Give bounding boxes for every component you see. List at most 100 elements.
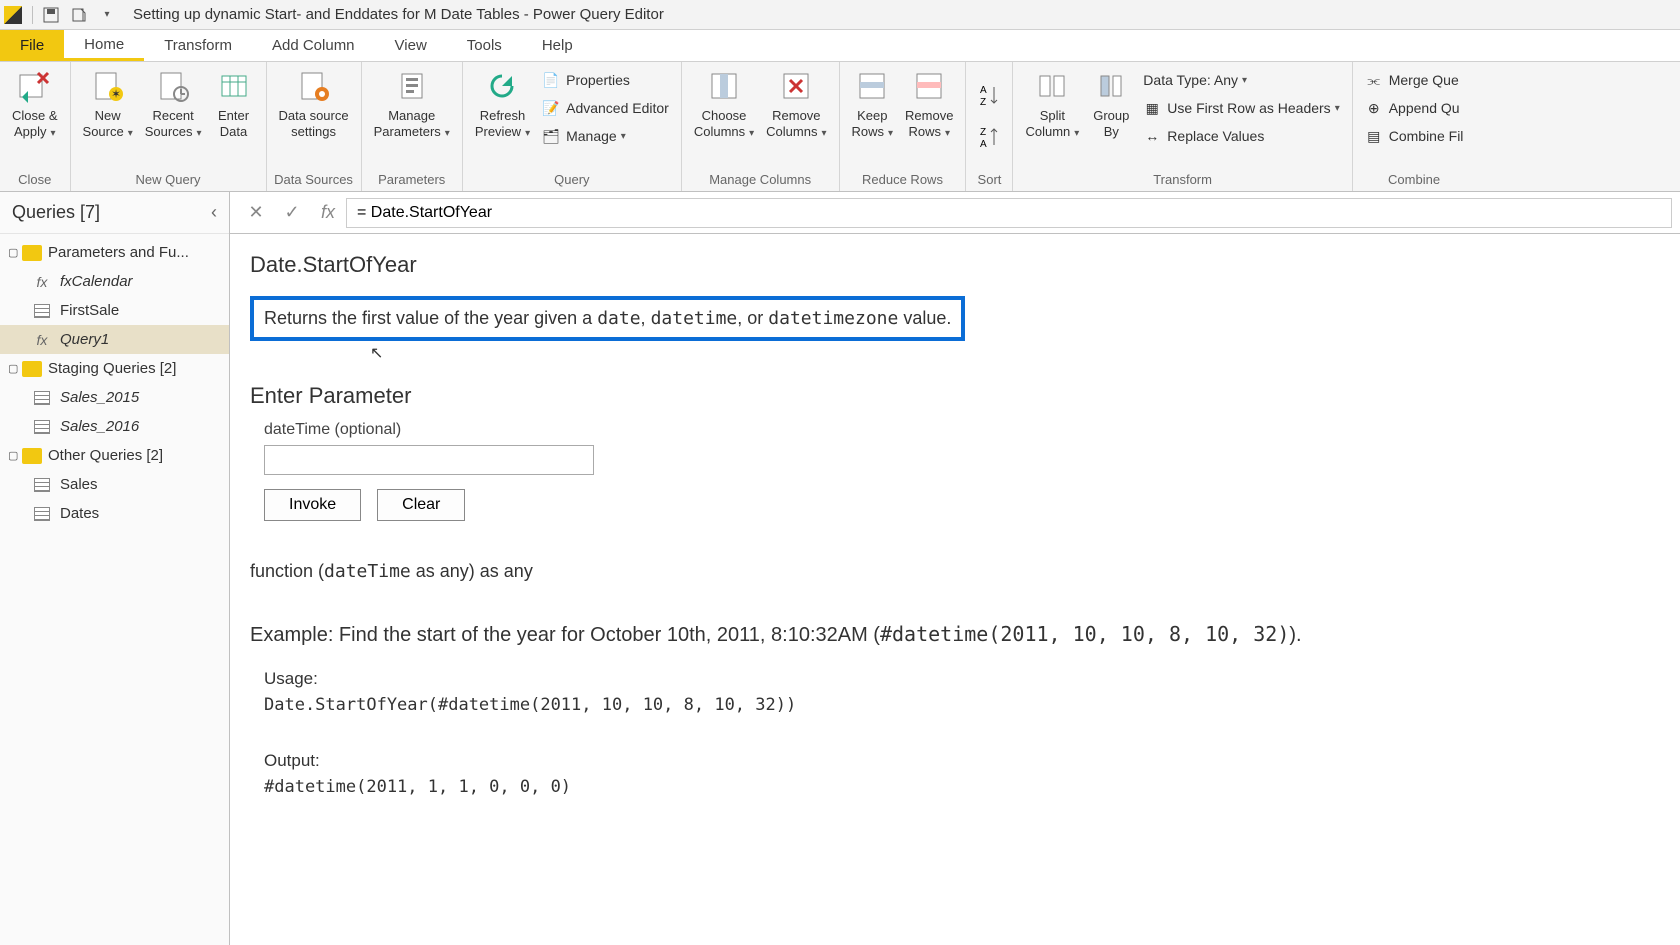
queries-title: Queries [7] [12, 202, 100, 223]
advanced-editor-button[interactable]: 📝Advanced Editor [536, 94, 675, 122]
query-dates[interactable]: Dates [0, 499, 229, 528]
svg-text:Z: Z [980, 97, 986, 108]
merge-queries-button[interactable]: ⫘Merge Que [1359, 66, 1470, 94]
manage-button[interactable]: 🗂Manage [536, 122, 675, 150]
sort-asc-icon: AZ [978, 83, 1000, 109]
usage-block: Usage: Date.StartOfYear(#datetime(2011, … [264, 665, 1660, 801]
replace-values-button[interactable]: ↔Replace Values [1137, 122, 1345, 150]
new-source-button[interactable]: ✶ New Source [77, 64, 139, 144]
svg-text:✶: ✶ [111, 87, 121, 101]
group-reduce-rows: Reduce Rows [846, 170, 960, 191]
folder-icon [22, 361, 42, 377]
folder-other[interactable]: ▢Other Queries [2] [0, 441, 229, 470]
replace-values-icon: ↔ [1143, 127, 1161, 145]
remove-rows-icon [911, 68, 947, 104]
group-combine: Combine [1359, 170, 1470, 191]
group-parameters: Parameters [368, 170, 456, 191]
tab-home[interactable]: Home [64, 30, 144, 61]
function-signature: function (dateTime as any) as any [250, 561, 1660, 582]
first-row-icon: ▦ [1143, 99, 1161, 117]
tab-file[interactable]: File [0, 30, 64, 61]
qat-dropdown-icon[interactable]: ▾ [95, 3, 119, 27]
folder-parameters[interactable]: ▢Parameters and Fu... [0, 238, 229, 267]
usage-code: Date.StartOfYear(#datetime(2011, 10, 10,… [264, 692, 1660, 719]
append-icon: ⊕ [1365, 99, 1383, 117]
split-column-button[interactable]: Split Column [1019, 64, 1085, 144]
data-source-settings-button[interactable]: Data source settings [273, 64, 355, 143]
folder-icon [22, 448, 42, 464]
save-icon[interactable] [39, 3, 63, 27]
query-query1[interactable]: fxQuery1 [0, 325, 229, 354]
formula-bar: ✕ ✓ fx [230, 192, 1680, 234]
choose-columns-icon [706, 68, 742, 104]
enter-parameter-heading: Enter Parameter [250, 383, 1660, 409]
tab-tools[interactable]: Tools [447, 30, 522, 61]
folder-icon [22, 245, 42, 261]
properties-icon: 📄 [542, 71, 560, 89]
sort-desc-button[interactable]: ZA [972, 117, 1006, 159]
combine-icon: ▤ [1365, 127, 1383, 145]
tab-transform[interactable]: Transform [144, 30, 252, 61]
content-area: Queries [7] ‹ ▢Parameters and Fu... fxfx… [0, 192, 1680, 945]
param-input[interactable] [264, 445, 594, 475]
manage-parameters-button[interactable]: Manage Parameters [368, 64, 456, 144]
close-apply-icon [17, 68, 53, 104]
main-area: ✕ ✓ fx Date.StartOfYear Returns the firs… [230, 192, 1680, 945]
query-sales2016[interactable]: Sales_2016 [0, 412, 229, 441]
function-description: Returns the first value of the year give… [250, 296, 965, 341]
choose-columns-button[interactable]: Choose Columns [688, 64, 760, 144]
tab-help[interactable]: Help [522, 30, 593, 61]
manage-icon: 🗂 [542, 127, 560, 145]
tab-add-column[interactable]: Add Column [252, 30, 375, 61]
undo-icon[interactable] [67, 3, 91, 27]
queries-header: Queries [7] ‹ [0, 192, 229, 234]
ribbon: Close & Apply Close ✶ New Source Recent … [0, 62, 1680, 192]
window-title: Setting up dynamic Start- and Enddates f… [133, 6, 664, 23]
remove-rows-button[interactable]: Remove Rows [899, 64, 959, 144]
output-label: Output: [264, 747, 1660, 774]
group-data-sources: Data Sources [273, 170, 355, 191]
remove-columns-button[interactable]: Remove Columns [760, 64, 832, 144]
collapse-panel-icon[interactable]: ‹ [211, 202, 217, 223]
use-first-row-button[interactable]: ▦Use First Row as Headers [1137, 94, 1345, 122]
query-sales2015[interactable]: Sales_2015 [0, 383, 229, 412]
queries-tree: ▢Parameters and Fu... fxfxCalendar First… [0, 234, 229, 532]
refresh-preview-button[interactable]: Refresh Preview [469, 64, 536, 144]
properties-button[interactable]: 📄Properties [536, 66, 675, 94]
combine-files-button[interactable]: ▤Combine Fil [1359, 122, 1470, 150]
close-apply-button[interactable]: Close & Apply [6, 64, 64, 144]
append-queries-button[interactable]: ⊕Append Qu [1359, 94, 1470, 122]
group-by-icon [1093, 68, 1129, 104]
merge-icon: ⫘ [1365, 71, 1383, 89]
formula-input[interactable] [346, 198, 1672, 228]
folder-staging[interactable]: ▢Staging Queries [2] [0, 354, 229, 383]
recent-sources-button[interactable]: Recent Sources [139, 64, 208, 144]
function-example: Example: Find the start of the year for … [250, 622, 1660, 647]
formula-fx-icon[interactable]: fx [310, 198, 346, 228]
sort-asc-button[interactable]: AZ [972, 75, 1006, 117]
app-icon [4, 6, 22, 24]
param-label: dateTime (optional) [264, 421, 1660, 439]
keep-rows-icon [854, 68, 890, 104]
keep-rows-button[interactable]: Keep Rows [846, 64, 900, 144]
formula-cancel-icon[interactable]: ✕ [238, 198, 274, 228]
formula-accept-icon[interactable]: ✓ [274, 198, 310, 228]
invoke-button[interactable]: Invoke [264, 489, 361, 521]
recent-sources-icon [155, 68, 191, 104]
query-sales[interactable]: Sales [0, 470, 229, 499]
clear-button[interactable]: Clear [377, 489, 465, 521]
enter-data-button[interactable]: Enter Data [208, 64, 260, 143]
split-column-icon [1034, 68, 1070, 104]
cursor-icon: ↖ [370, 343, 1660, 363]
svg-text:Z: Z [980, 127, 986, 138]
group-by-button[interactable]: Group By [1085, 64, 1137, 143]
svg-text:A: A [980, 85, 987, 96]
remove-columns-icon [778, 68, 814, 104]
tab-view[interactable]: View [375, 30, 447, 61]
data-source-settings-icon [296, 68, 332, 104]
manage-parameters-icon [394, 68, 430, 104]
data-type-button[interactable]: Data Type: Any [1137, 66, 1345, 94]
enter-data-icon [216, 68, 252, 104]
query-fxcalendar[interactable]: fxfxCalendar [0, 267, 229, 296]
query-firstsale[interactable]: FirstSale [0, 296, 229, 325]
